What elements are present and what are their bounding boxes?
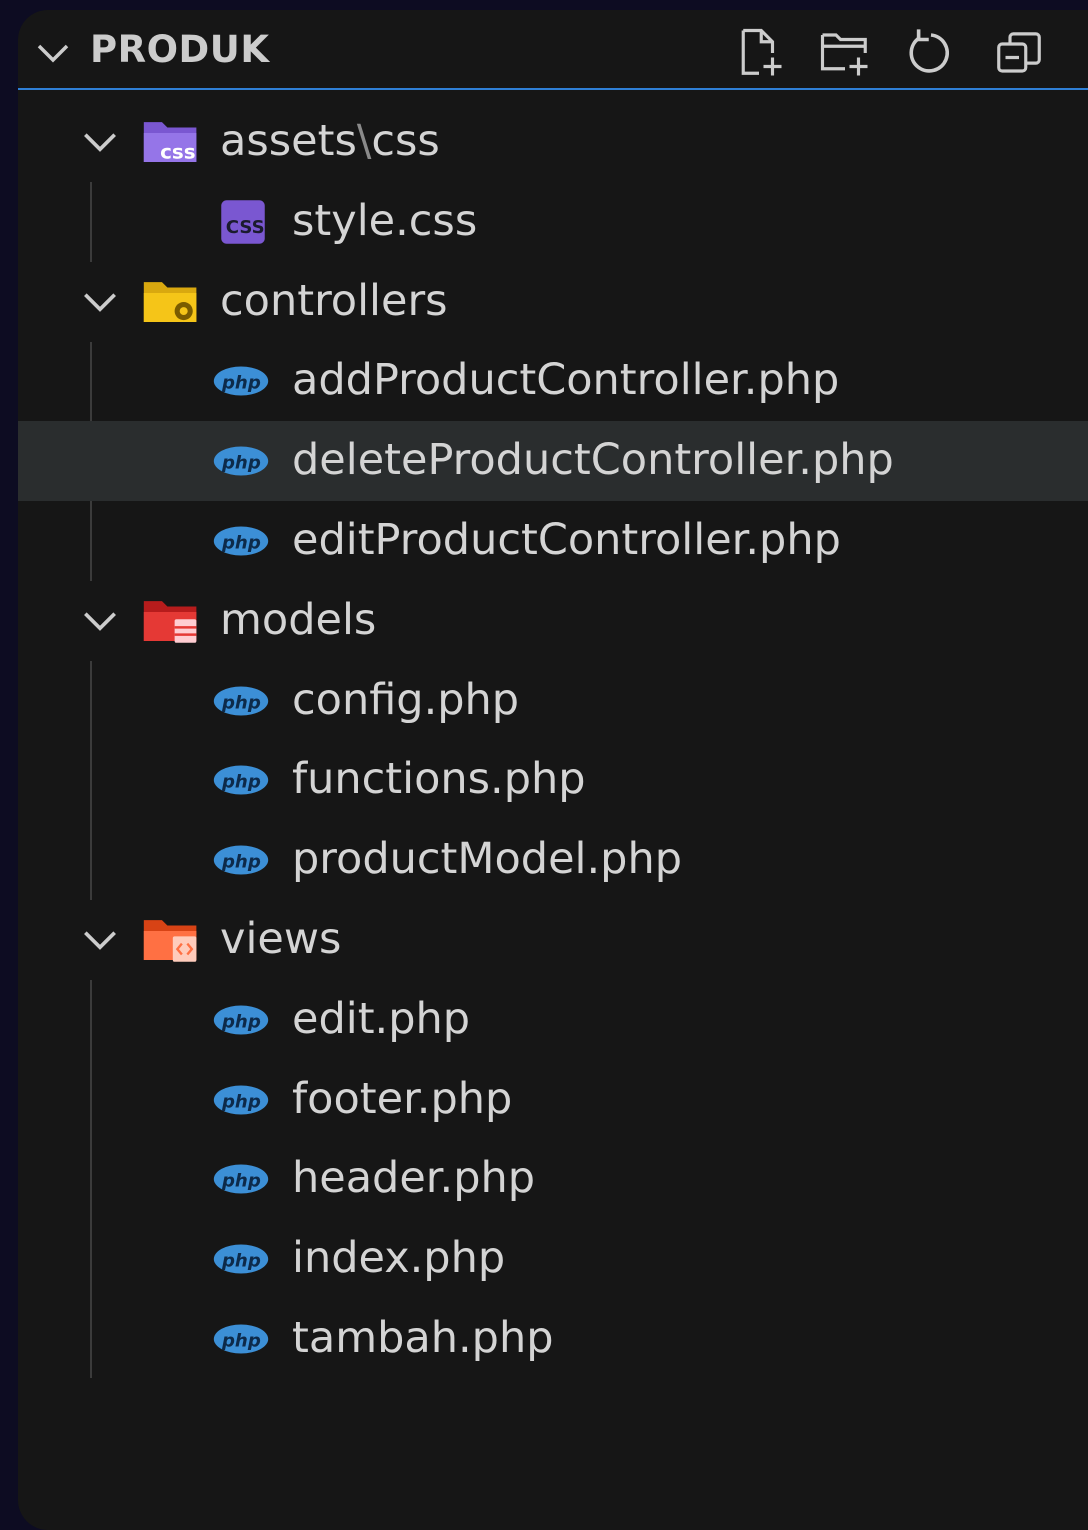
- new-file-icon: [741, 28, 782, 76]
- file-name: footer.php: [292, 1073, 513, 1124]
- folder-name: controllers: [220, 275, 448, 326]
- file-footer[interactable]: php footer.php: [18, 1060, 1088, 1140]
- svg-text:CSS: CSS: [226, 217, 265, 238]
- file-name: functions.php: [292, 754, 586, 805]
- css-folder-icon: css: [143, 122, 197, 163]
- file-name: index.php: [292, 1233, 506, 1284]
- refresh-icon: [909, 29, 950, 73]
- chevron-down-icon[interactable]: [32, 32, 74, 74]
- file-config[interactable]: php config.php: [18, 661, 1088, 741]
- file-name: config.php: [292, 674, 520, 725]
- php-file-icon: php: [213, 1324, 269, 1354]
- php-file-icon: php: [213, 526, 269, 556]
- folder-controllers[interactable]: controllers: [18, 262, 1088, 342]
- file-name: productModel.php: [292, 834, 683, 885]
- chevron-down-icon: [84, 612, 116, 631]
- chevron-down-icon: [84, 133, 116, 152]
- file-product-model[interactable]: php productModel.php: [18, 820, 1088, 900]
- file-tambah[interactable]: php tambah.php: [18, 1299, 1088, 1379]
- file-add-product-controller[interactable]: php addProductController.php: [18, 341, 1088, 421]
- file-index[interactable]: php index.php: [18, 1219, 1088, 1299]
- file-name: header.php: [292, 1153, 536, 1204]
- svg-text:php: php: [221, 532, 261, 553]
- svg-text:css: css: [160, 140, 196, 163]
- chevron-down-icon: [84, 931, 116, 950]
- explorer-header[interactable]: PRODUK: [18, 10, 1088, 90]
- file-name: addProductController.php: [292, 355, 840, 406]
- php-file-icon: php: [213, 366, 269, 396]
- collapse-all-button[interactable]: [990, 24, 1048, 82]
- folder-name: assets: [220, 116, 357, 166]
- file-name: style.css: [292, 195, 478, 246]
- file-name: editProductController.php: [292, 514, 841, 565]
- file-edit-product-controller[interactable]: php editProductController.php: [18, 501, 1088, 581]
- svg-text:php: php: [221, 373, 261, 394]
- path-separator: \: [356, 116, 372, 166]
- explorer-panel: PRODUK css assets\css CSS style.css cont…: [18, 10, 1088, 1530]
- new-folder-button[interactable]: [816, 24, 874, 82]
- php-file-icon: php: [213, 1244, 269, 1274]
- folder-assets-css[interactable]: css assets\css: [18, 102, 1088, 182]
- svg-text:php: php: [221, 1091, 261, 1112]
- new-folder-icon: [820, 33, 868, 76]
- svg-text:php: php: [221, 1250, 261, 1271]
- refresh-button[interactable]: [902, 24, 960, 82]
- php-file-icon: php: [213, 765, 269, 795]
- folder-name: css: [371, 116, 440, 166]
- file-name: tambah.php: [292, 1312, 554, 1363]
- controllers-folder-icon: [143, 281, 197, 322]
- svg-text:php: php: [221, 851, 261, 872]
- folder-name: views: [220, 913, 342, 964]
- new-file-button[interactable]: [730, 24, 788, 82]
- file-name: edit.php: [292, 993, 471, 1044]
- svg-text:php: php: [221, 1171, 261, 1192]
- folder-name: models: [220, 594, 377, 645]
- file-delete-product-controller[interactable]: php deleteProductController.php: [18, 421, 1088, 501]
- svg-text:php: php: [221, 1330, 261, 1351]
- file-edit[interactable]: php edit.php: [18, 980, 1088, 1060]
- chevron-down-icon: [84, 292, 116, 312]
- svg-text:php: php: [221, 692, 261, 713]
- file-functions[interactable]: php functions.php: [18, 740, 1088, 820]
- svg-text:php: php: [221, 1011, 261, 1032]
- php-file-icon: php: [213, 1005, 269, 1035]
- file-style-css[interactable]: CSS style.css: [18, 182, 1088, 262]
- collapse-all-icon: [997, 32, 1041, 73]
- php-file-icon: php: [213, 1085, 269, 1115]
- folder-models[interactable]: models: [18, 581, 1088, 661]
- css-file-icon: CSS: [221, 200, 265, 244]
- php-file-icon: php: [213, 446, 269, 476]
- php-file-icon: php: [213, 686, 269, 716]
- svg-text:php: php: [221, 772, 261, 793]
- php-file-icon: php: [213, 1164, 269, 1194]
- php-file-icon: php: [213, 845, 269, 875]
- models-folder-icon: [143, 600, 197, 643]
- file-tree: css assets\css CSS style.css controllers…: [18, 102, 1088, 1379]
- views-folder-icon: [143, 920, 197, 962]
- explorer-title: PRODUK: [90, 28, 270, 71]
- folder-views[interactable]: views: [18, 900, 1088, 980]
- file-name: deleteProductController.php: [292, 435, 894, 486]
- file-header[interactable]: php header.php: [18, 1139, 1088, 1219]
- svg-text:php: php: [221, 452, 261, 473]
